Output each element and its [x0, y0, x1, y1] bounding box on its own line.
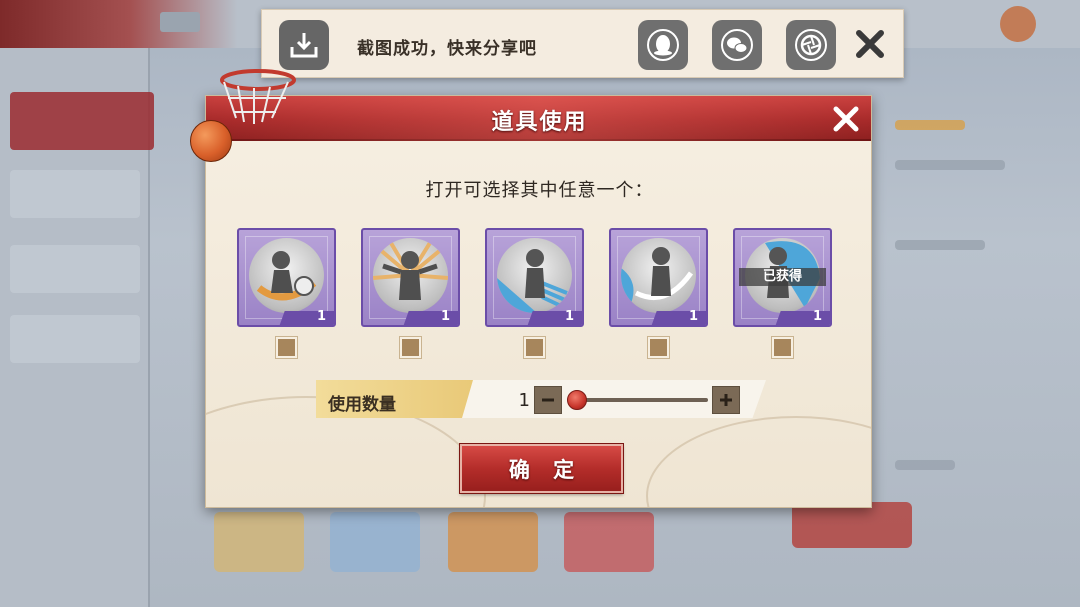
background-card [214, 512, 304, 572]
background-text-line [895, 160, 1005, 170]
item-count-bar [651, 311, 706, 325]
screenshot-share-banner: 截图成功，快来分享吧 [261, 9, 904, 78]
basketball-icon [190, 120, 232, 162]
item-count-bar [775, 311, 830, 325]
player-skill-portrait-icon [497, 238, 572, 313]
background-avatar [1000, 6, 1036, 42]
minus-icon [542, 398, 554, 402]
item-count: 1 [812, 309, 822, 324]
share-close-button[interactable] [852, 26, 888, 62]
player-skill-portrait-icon [373, 238, 448, 313]
item-checkbox-1[interactable] [276, 337, 297, 358]
background-card [564, 512, 654, 572]
item-slot-4[interactable]: 1 [609, 228, 708, 327]
player-skill-portrait-icon [249, 238, 324, 313]
owned-badge: 已获得 [739, 268, 826, 286]
quantity-slider-track[interactable] [578, 398, 708, 402]
quantity-value: 1 [518, 390, 530, 411]
item-checkbox-5[interactable] [772, 337, 793, 358]
share-message: 截图成功，快来分享吧 [357, 39, 537, 59]
wechat-icon [721, 29, 753, 61]
qq-penguin-icon [647, 29, 679, 61]
dialog-header: 道具使用 [206, 96, 871, 141]
background-tab [160, 12, 200, 32]
dialog-instruction: 打开可选择其中任意一个： [425, 180, 654, 201]
background-card [448, 512, 538, 572]
share-wechat-button[interactable] [712, 20, 762, 70]
item-slot-1[interactable]: 1 [237, 228, 336, 327]
background-sidebar-active-item [10, 92, 154, 150]
item-slot-3[interactable]: 1 [485, 228, 584, 327]
plus-icon [720, 394, 732, 406]
background-sidebar-item [10, 245, 140, 293]
quantity-slider-handle[interactable] [567, 390, 587, 410]
close-icon [856, 30, 884, 58]
camera-shutter-icon [795, 29, 827, 61]
item-checkbox-3[interactable] [524, 337, 545, 358]
download-button[interactable] [279, 20, 329, 70]
item-count: 1 [564, 309, 574, 324]
background-sidebar-item [10, 170, 140, 218]
close-icon [833, 106, 859, 132]
download-icon [290, 33, 318, 58]
background-text-line [895, 240, 985, 250]
item-checkbox-2[interactable] [400, 337, 421, 358]
court-line-decoration [646, 416, 871, 507]
item-count-bar [527, 311, 582, 325]
background-sidebar-item [10, 315, 140, 363]
background-red-button [792, 502, 912, 548]
item-checkbox-4[interactable] [648, 337, 669, 358]
share-qq-button[interactable] [638, 20, 688, 70]
item-count: 1 [316, 309, 326, 324]
confirm-button-label: 确 定 [508, 457, 583, 482]
item-count-bar [403, 311, 458, 325]
background-text-line [895, 120, 965, 130]
quantity-increase-button[interactable] [712, 386, 740, 414]
quantity-label: 使用数量 [328, 395, 396, 415]
background-text-line [895, 460, 955, 470]
item-use-dialog: 道具使用 打开可选择其中任意一个： 1 1 1 1 已获得 1 使用数量 1 确… [205, 95, 872, 508]
share-moments-button[interactable] [786, 20, 836, 70]
item-count: 1 [688, 309, 698, 324]
dialog-close-button[interactable] [828, 101, 864, 137]
confirm-button[interactable]: 确 定 [460, 444, 623, 493]
item-count-bar [279, 311, 334, 325]
item-slot-2[interactable]: 1 [361, 228, 460, 327]
item-slot-5[interactable]: 已获得 1 [733, 228, 832, 327]
dialog-title: 道具使用 [491, 110, 588, 135]
player-skill-portrait-icon [621, 238, 696, 313]
background-card [330, 512, 420, 572]
item-count: 1 [440, 309, 450, 324]
quantity-decrease-button[interactable] [534, 386, 562, 414]
